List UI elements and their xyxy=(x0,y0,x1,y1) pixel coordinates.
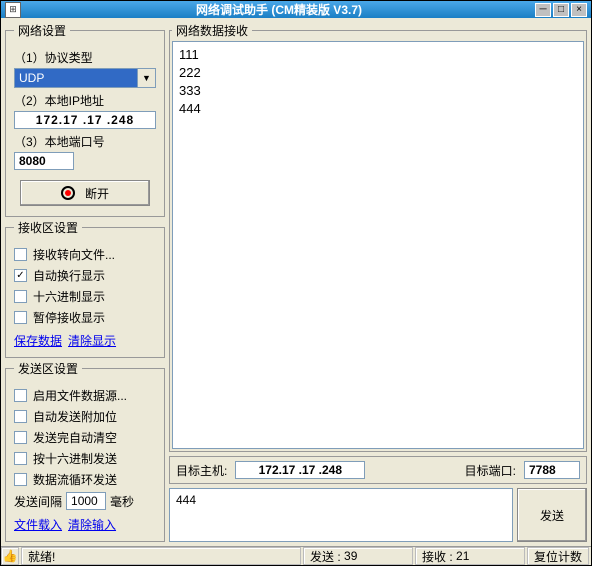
left-panel: 网络设置 （1）协议类型 UDP ▼ （2）本地IP地址 （3）本地端口号 断开… xyxy=(5,22,165,542)
local-port-label: （3）本地端口号 xyxy=(14,133,156,150)
close-button[interactable]: × xyxy=(571,3,587,17)
app-window: ⊞ 网络调试助手 (CM精装版 V3.7) ─ □ × 网络设置 （1）协议类型… xyxy=(0,0,592,566)
local-ip-input[interactable] xyxy=(14,111,156,129)
recv-data-group: 网络数据接收 111 222 333 444 xyxy=(169,22,587,452)
interval-input[interactable] xyxy=(66,492,106,510)
recv-line: 333 xyxy=(179,82,577,100)
send-loop-label: 数据流循环发送 xyxy=(33,471,117,488)
send-autoclear-label: 发送完自动清空 xyxy=(33,429,117,446)
recv-autowrap-label: 自动换行显示 xyxy=(33,267,105,284)
send-autobit-checkbox[interactable] xyxy=(14,410,27,423)
protocol-select[interactable]: UDP ▼ xyxy=(14,68,156,88)
recv-line: 111 xyxy=(179,46,577,64)
recv-line: 444 xyxy=(179,100,577,118)
recv-autowrap-checkbox[interactable]: ✓ xyxy=(14,269,27,282)
status-ready: 就绪! xyxy=(21,547,301,565)
status-send-label: 发送 : xyxy=(310,548,341,565)
disconnect-button[interactable]: 断开 xyxy=(20,180,150,206)
status-recv-count: 21 xyxy=(456,549,469,563)
status-recv-label: 接收 : xyxy=(422,548,453,565)
target-host-input[interactable] xyxy=(235,461,365,479)
reset-count-button[interactable]: 复位计数 xyxy=(527,547,589,565)
send-filesrc-checkbox[interactable] xyxy=(14,389,27,402)
titlebar: ⊞ 网络调试助手 (CM精装版 V3.7) ─ □ × xyxy=(1,1,591,18)
right-panel: 网络数据接收 111 222 333 444 目标主机: 目标端口: 444 发… xyxy=(169,22,587,542)
recv-tofile-label: 接收转向文件... xyxy=(33,246,115,263)
recv-hex-label: 十六进制显示 xyxy=(33,288,105,305)
recv-pause-label: 暂停接收显示 xyxy=(33,309,105,326)
status-send-count: 39 xyxy=(344,549,357,563)
target-host-label: 目标主机: xyxy=(176,462,227,479)
recv-tofile-checkbox[interactable] xyxy=(14,248,27,261)
network-settings-legend: 网络设置 xyxy=(14,22,70,39)
send-loop-checkbox[interactable] xyxy=(14,473,27,486)
network-settings-group: 网络设置 （1）协议类型 UDP ▼ （2）本地IP地址 （3）本地端口号 断开 xyxy=(5,22,165,217)
receive-textarea[interactable]: 111 222 333 444 xyxy=(172,41,584,449)
save-data-link[interactable]: 保存数据 xyxy=(14,332,62,349)
interval-unit: 毫秒 xyxy=(110,493,134,510)
disconnect-label: 断开 xyxy=(85,185,109,202)
content-area: 网络设置 （1）协议类型 UDP ▼ （2）本地IP地址 （3）本地端口号 断开… xyxy=(1,18,591,546)
window-title: 网络调试助手 (CM精装版 V3.7) xyxy=(25,1,533,18)
recv-hex-checkbox[interactable] xyxy=(14,290,27,303)
recv-data-legend: 网络数据接收 xyxy=(172,22,252,39)
recv-settings-group: 接收区设置 接收转向文件... ✓ 自动换行显示 十六进制显示 暂停接收显示 保存… xyxy=(5,219,165,358)
recv-pause-checkbox[interactable] xyxy=(14,311,27,324)
clear-display-link[interactable]: 清除显示 xyxy=(68,332,116,349)
system-icon: ⊞ xyxy=(5,2,21,18)
statusbar: 👍 就绪! 发送 : 39 接收 : 21 复位计数 xyxy=(1,546,591,565)
send-button[interactable]: 发送 xyxy=(517,488,587,542)
protocol-value: UDP xyxy=(19,71,44,85)
send-settings-group: 发送区设置 启用文件数据源... 自动发送附加位 发送完自动清空 按十六进制发送… xyxy=(5,360,165,542)
send-autoclear-checkbox[interactable] xyxy=(14,431,27,444)
local-ip-label: （2）本地IP地址 xyxy=(14,92,156,109)
recv-line: 222 xyxy=(179,64,577,82)
file-load-link[interactable]: 文件载入 xyxy=(14,516,62,533)
send-filesrc-label: 启用文件数据源... xyxy=(33,387,127,404)
interval-label: 发送间隔 xyxy=(14,493,62,510)
target-port-input[interactable] xyxy=(524,461,580,479)
send-hex-checkbox[interactable] xyxy=(14,452,27,465)
dropdown-arrow-icon: ▼ xyxy=(137,69,155,87)
status-thumb-icon: 👍 xyxy=(1,547,19,565)
status-send-cell: 发送 : 39 xyxy=(303,547,413,565)
send-row: 444 发送 xyxy=(169,488,587,542)
send-hex-label: 按十六进制发送 xyxy=(33,450,117,467)
recv-settings-legend: 接收区设置 xyxy=(14,219,82,236)
send-textarea[interactable]: 444 xyxy=(169,488,513,542)
minimize-button[interactable]: ─ xyxy=(535,3,551,17)
maximize-button[interactable]: □ xyxy=(553,3,569,17)
record-icon xyxy=(61,186,75,200)
protocol-label: （1）协议类型 xyxy=(14,49,156,66)
clear-input-link[interactable]: 清除输入 xyxy=(68,516,116,533)
status-recv-cell: 接收 : 21 xyxy=(415,547,525,565)
send-autobit-label: 自动发送附加位 xyxy=(33,408,117,425)
target-port-label: 目标端口: xyxy=(465,462,516,479)
target-row: 目标主机: 目标端口: xyxy=(169,456,587,484)
send-settings-legend: 发送区设置 xyxy=(14,360,82,377)
local-port-input[interactable] xyxy=(14,152,74,170)
